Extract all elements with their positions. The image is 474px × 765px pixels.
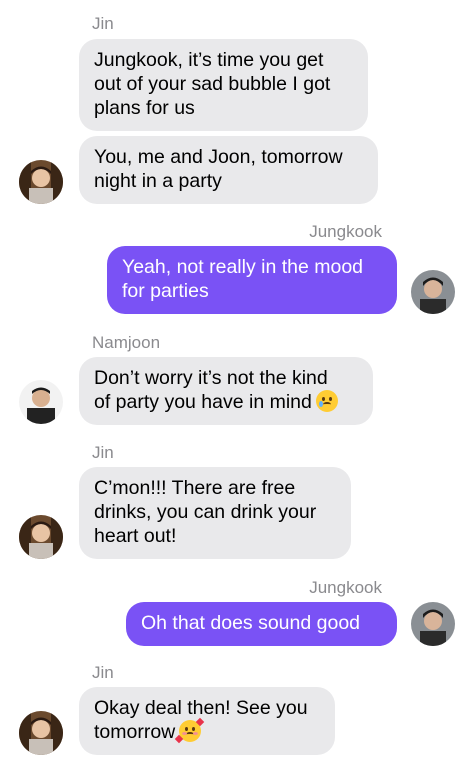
avatar[interactable]: [19, 515, 63, 559]
sender-name: Namjoon: [92, 333, 161, 352]
message-text: of party you have in mind: [94, 391, 312, 413]
message-line: Don’t worry it’s not the kind: [94, 367, 328, 389]
avatar[interactable]: [19, 380, 63, 424]
message-bubble[interactable]: Oh that does sound good: [126, 602, 397, 646]
message-line: of party you have in mind: [94, 390, 358, 414]
sender-name: Jungkook: [309, 578, 382, 597]
message-line: heart out!: [94, 525, 177, 547]
message-line: plans for us: [94, 97, 195, 119]
message-line: drinks, you can drink your: [94, 501, 317, 523]
message-bubble[interactable]: C’mon!!! There are free drinks, you can …: [79, 467, 351, 559]
message-line: night in a party: [94, 170, 222, 192]
message-text: tomorrow: [94, 721, 176, 743]
message-bubble[interactable]: Okay deal then! See you tomorrow: [79, 687, 335, 755]
message-line: Oh that does sound good: [141, 612, 361, 634]
avatar[interactable]: [411, 270, 455, 314]
message-bubble[interactable]: Don’t worry it’s not the kind of party y…: [79, 357, 373, 425]
avatar[interactable]: [19, 711, 63, 755]
sender-name: Jungkook: [309, 222, 382, 241]
sender-name: Jin: [92, 443, 114, 462]
message-bubble[interactable]: You, me and Joon, tomorrow night in a pa…: [79, 136, 378, 204]
sender-name: Jin: [92, 663, 114, 682]
message-line: Jungkook, it’s time you get: [94, 49, 324, 71]
message-line: You, me and Joon, tomorrow: [94, 146, 343, 168]
avatar[interactable]: [19, 160, 63, 204]
crying-face-icon: [315, 390, 338, 412]
avatar[interactable]: [411, 602, 455, 646]
message-bubble[interactable]: Jungkook, it’s time you get out of your …: [79, 39, 368, 131]
message-line: tomorrow: [94, 717, 320, 744]
message-bubble[interactable]: Yeah, not really in the mood for parties: [107, 246, 397, 314]
message-line: out of your sad bubble I got: [94, 73, 331, 95]
smiling-face-with-hearts-icon: [175, 717, 205, 744]
message-line: Yeah, not really in the mood: [122, 256, 364, 278]
message-line: for parties: [122, 280, 209, 302]
sender-name: Jin: [92, 14, 114, 33]
message-line: C’mon!!! There are free: [94, 477, 296, 499]
message-line: Okay deal then! See you: [94, 697, 308, 719]
